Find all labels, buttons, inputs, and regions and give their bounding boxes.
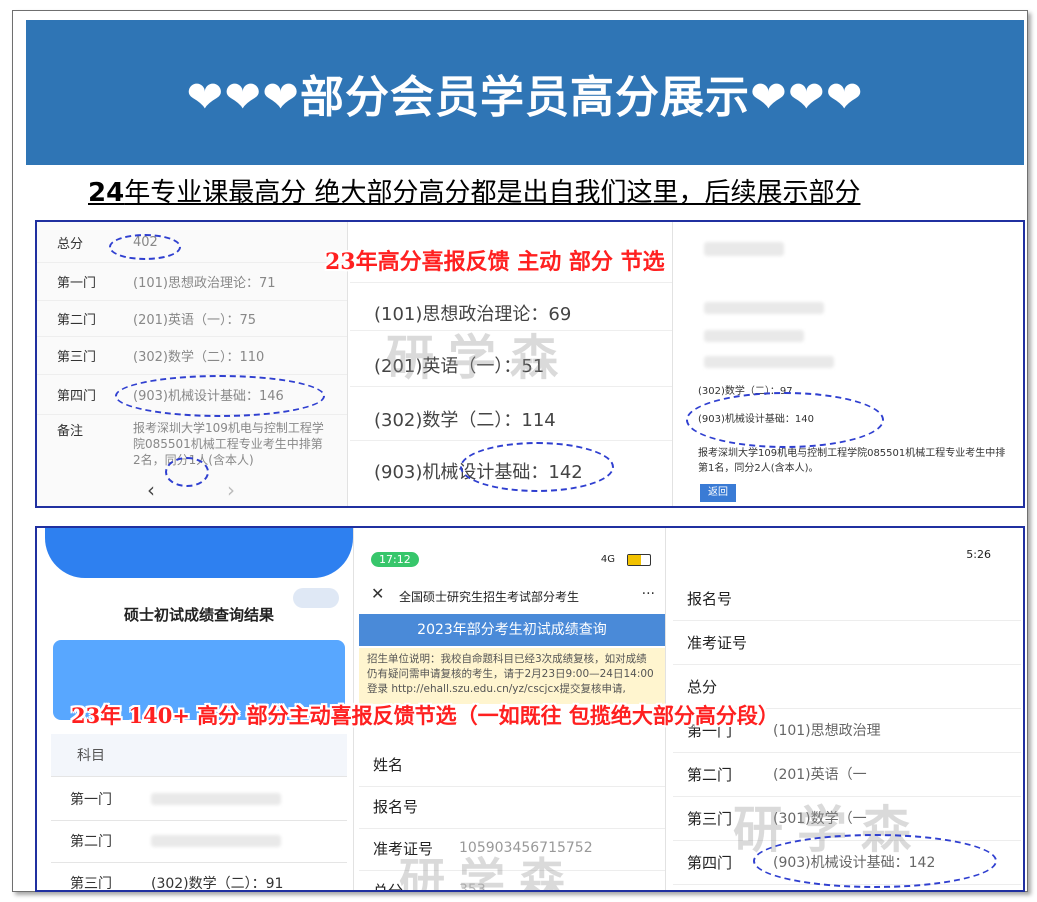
table-row: 第二门: [51, 820, 347, 863]
panel1-caption: 23年高分喜报反馈 主动 部分 节选: [325, 249, 665, 275]
notice-text: 招生单位说明：我校自命题科目已经3次成绩复核，如对成绩仍有疑问需申请复核的考生，…: [359, 648, 665, 704]
title-banner: ❤❤❤部分会员学员高分展示❤❤❤: [26, 20, 1024, 165]
table-row: 第三门 (302)数学（二）：91: [51, 862, 347, 890]
highlight-ellipse: [115, 375, 325, 417]
subtitle: 24年专业课最高分 绝大部分高分都是出自我们这里，后续展示部分: [88, 172, 860, 209]
field-row: 姓名: [359, 742, 665, 787]
field-row: 报名号: [673, 576, 1021, 621]
watermark: 研学森: [386, 330, 573, 386]
status-time: 17:12: [371, 552, 419, 567]
status-time: 5:26: [966, 548, 991, 561]
highlight-ellipse: [753, 834, 997, 888]
network-label: 4G: [600, 554, 615, 565]
field-row: 准考证号: [673, 620, 1021, 665]
prev-arrow-icon[interactable]: ‹: [147, 478, 155, 502]
screenshot-panel-1: 总分 402 第一门 (101)思想政治理论：71 第二门 (201)英语（一）…: [35, 220, 1025, 508]
score-row-total: 总分 402: [37, 222, 347, 263]
nav-title: 全国硕士研究生招生考试部分考生: [399, 590, 580, 604]
battery-icon: [627, 554, 651, 566]
score-screenshot-c: (302)数学（二）：97 (903)机械设计基础：140 报考深圳大学109机…: [674, 222, 1021, 506]
section-title: 2023年部分考生初试成绩查询: [359, 614, 665, 646]
table-row: 第一门: [51, 778, 347, 821]
watermark: 研学森: [399, 853, 579, 890]
screenshot-panel-2: 硕士初试成绩查询结果 科目 第一门 第二门 第三门 (302)数学（二）：91 …: [35, 526, 1025, 892]
panel2-caption: 23年 140+ 高分 部分主动喜报反馈节选（一如既往 包揽绝大部分高分段）: [71, 703, 779, 728]
field-row: 报名号: [359, 784, 665, 829]
next-arrow-icon[interactable]: ›: [227, 478, 235, 502]
more-icon[interactable]: ···: [642, 586, 655, 602]
banner-title: ❤❤❤部分会员学员高分展示❤❤❤: [186, 71, 864, 123]
subtitle-text: 年专业课最高分 绝大部分高分都是出自我们这里，后续展示部分: [124, 178, 861, 208]
score-screenshot-a: 总分 402 第一门 (101)思想政治理论：71 第二门 (201)英语（一）…: [37, 222, 348, 506]
score-row-3: 第三门 (302)数学（二）：110: [37, 336, 347, 375]
table-header: 科目: [51, 734, 347, 777]
subtitle-year: 24: [88, 178, 125, 208]
highlight-ellipse: [109, 234, 181, 260]
result-title: 硕士初试成绩查询结果: [123, 606, 274, 624]
close-icon[interactable]: ✕: [371, 584, 384, 603]
highlight-ellipse: [165, 457, 209, 487]
back-button[interactable]: 返回: [700, 484, 736, 502]
highlight-ellipse: [686, 392, 884, 448]
highlight-ellipse: [460, 442, 614, 492]
score-row-2: 第二门 (201)英语（一）：75: [37, 300, 347, 337]
score-row-1: 第一门 (101)思想政治理论：71: [37, 262, 347, 301]
